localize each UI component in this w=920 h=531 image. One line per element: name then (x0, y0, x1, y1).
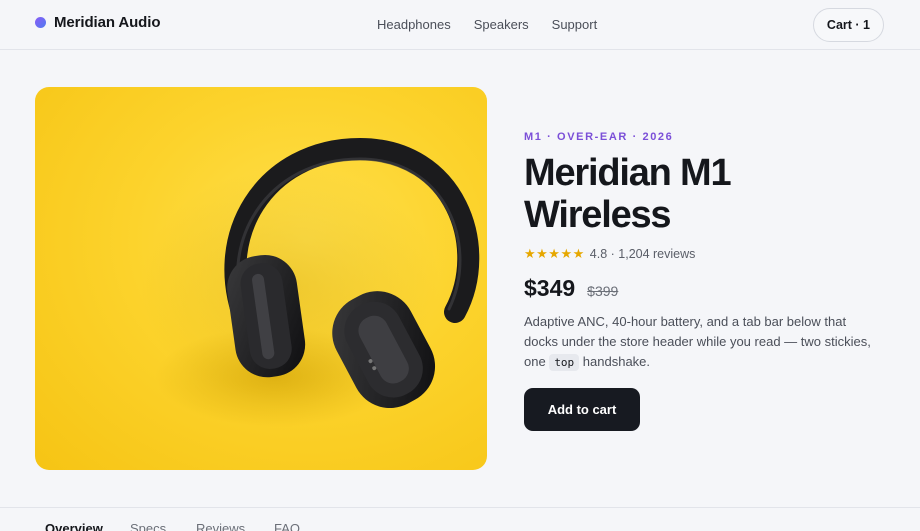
rating-text[interactable]: 4.8 · 1,204 reviews (590, 247, 696, 261)
tab-specs[interactable]: Specs (130, 521, 166, 531)
add-to-cart-button[interactable]: Add to cart (524, 388, 640, 431)
price-row: $349 $399 (524, 275, 884, 302)
tab-reviews[interactable]: Reviews (196, 521, 245, 531)
product-title-line-1: Meridian M1 (524, 152, 732, 194)
nav-link-speakers[interactable]: Speakers (474, 17, 529, 32)
nav-link-support[interactable]: Support (552, 17, 598, 32)
product-image (35, 87, 487, 470)
old-price: $399 (587, 283, 619, 299)
product-tab-bar: Overview Specs Reviews FAQ (0, 507, 920, 531)
product-title: Meridian M1 Wireless (524, 152, 884, 236)
product-eyebrow: M1 · OVER-EAR · 2026 (524, 131, 674, 143)
price: $349 (524, 275, 576, 301)
product-page: Meridian Audio Headphones Speakers Suppo… (0, 0, 920, 531)
headphones-photo-icon (140, 137, 480, 427)
cart-button[interactable]: Cart · 1 (812, 8, 884, 42)
product-description: Adaptive ANC, 40-hour battery, and a tab… (524, 312, 874, 373)
nav-link-headphones[interactable]: Headphones (377, 17, 451, 32)
brand-logo-icon (35, 17, 46, 28)
brand-name: Meridian Audio (54, 14, 161, 31)
description-text-end: handshake. (579, 354, 651, 369)
tab-faq[interactable]: FAQ (274, 521, 300, 531)
product-info: M1 · OVER-EAR · 2026 Meridian M1 Wireles… (524, 131, 884, 431)
product-title-line-2: Wireless (524, 194, 672, 236)
brand[interactable]: Meridian Audio (35, 14, 160, 31)
rating: ★★★★★ 4.8 · 1,204 reviews (524, 246, 884, 262)
store-header: Meridian Audio Headphones Speakers Suppo… (0, 0, 920, 50)
tab-overview[interactable]: Overview (45, 521, 103, 531)
main-nav: Headphones Speakers Support (377, 17, 620, 32)
star-rating-icon: ★★★★★ (524, 246, 585, 261)
code-snippet: top (549, 354, 580, 371)
